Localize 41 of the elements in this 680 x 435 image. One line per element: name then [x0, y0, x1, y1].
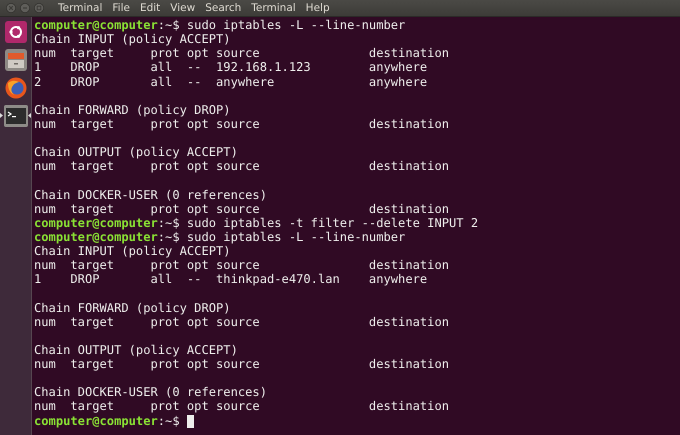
output-line: num target prot opt source destination: [34, 314, 450, 329]
output-line: num target prot opt source destination: [34, 46, 450, 60]
prompt-path: :~$: [158, 414, 180, 428]
prompt-user: computer@computer: [34, 230, 158, 244]
prompt-path: :~$: [158, 216, 180, 230]
output-line: Chain OUTPUT (policy ACCEPT): [34, 342, 238, 357]
app-title: Terminal: [58, 2, 102, 14]
output-line: Chain INPUT (policy ACCEPT): [34, 32, 231, 46]
output-line: Chain OUTPUT (policy ACCEPT): [34, 145, 238, 160]
output-line: num target prot opt source destination: [34, 399, 450, 414]
menu-item[interactable]: Help: [306, 2, 330, 14]
output-line: Chain INPUT (policy ACCEPT): [34, 244, 231, 258]
output-line: num target prot opt source destination: [34, 357, 450, 372]
command-text: sudo iptables -t filter --delete INPUT 2: [186, 216, 478, 230]
output-line: num target prot opt source destination: [34, 258, 450, 272]
terminal-icon[interactable]: [4, 105, 28, 127]
command-text: sudo iptables -L --line-number: [186, 18, 406, 32]
output-line: 1 DROP all -- thinkpad-e470.lan anywhere: [34, 272, 428, 286]
browser-icon[interactable]: [4, 77, 26, 99]
logo-icon[interactable]: [4, 21, 26, 43]
output-line: num target prot opt source destination: [34, 159, 450, 174]
output-line: num target prot opt source destination: [34, 116, 450, 131]
prompt-user: computer@computer: [34, 414, 158, 428]
prompt-path: :~$: [158, 18, 180, 32]
output-line: Chain DOCKER-USER (0 references): [34, 188, 267, 202]
output-line: num target prot opt source destination: [34, 202, 450, 216]
menu-item[interactable]: Search: [205, 2, 242, 14]
output-line: 2 DROP all -- anywhere anywhere: [34, 74, 428, 89]
command-text: sudo iptables -L --line-number: [186, 230, 406, 244]
output-line: Chain FORWARD (policy DROP): [34, 102, 231, 117]
output-line: Chain DOCKER-USER (0 references): [34, 385, 267, 400]
menu-item[interactable]: Edit: [140, 2, 160, 14]
menu-item[interactable]: File: [112, 2, 130, 14]
prompt-user: computer@computer: [34, 216, 158, 230]
output-line: 1 DROP all -- 192.168.1.123 anywhere: [34, 60, 428, 74]
menu-item[interactable]: View: [170, 2, 196, 14]
prompt-user: computer@computer: [34, 18, 158, 32]
file-cabinet-icon[interactable]: [4, 49, 26, 71]
output-line: Chain FORWARD (policy DROP): [34, 300, 231, 315]
prompt-path: :~$: [158, 230, 180, 244]
menu-item[interactable]: Terminal: [251, 2, 296, 14]
